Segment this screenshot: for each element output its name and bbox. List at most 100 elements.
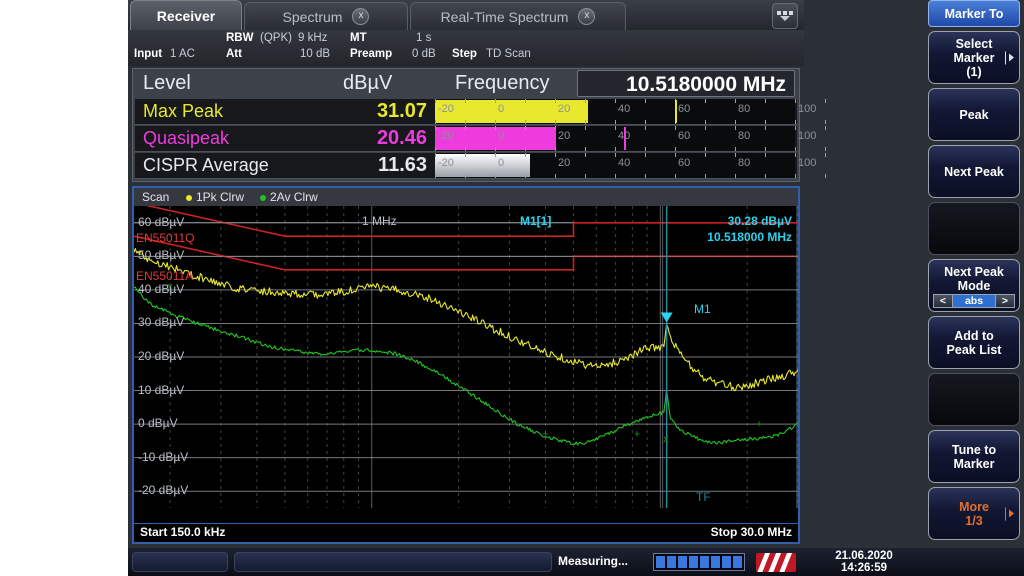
measurement-graph[interactable]: Scan 1Pk Clrw 2Av Clrw ++xx++ 1 MHz M1[1…	[132, 186, 800, 544]
detector-value: 11.63	[331, 154, 427, 177]
bar-scale-label: 0	[498, 130, 504, 142]
stepper-prev-button[interactable]: <	[933, 294, 953, 308]
softkey-select-marker-1[interactable]: Select Marker (1)	[928, 31, 1020, 84]
preamp-label: Preamp	[350, 48, 392, 60]
bar-tick	[825, 147, 826, 151]
mt-value[interactable]: 1 s	[416, 32, 431, 44]
close-icon[interactable]: x	[352, 8, 369, 25]
bar-tick	[465, 99, 466, 103]
softkey-tune-to-marker[interactable]: Tune to Marker	[928, 430, 1020, 483]
level-row-0[interactable]: Max Peak31.07-20020406080100	[135, 99, 797, 125]
bar-tick	[435, 126, 436, 130]
detector-name: Quasipeak	[143, 128, 229, 149]
bar-tick	[555, 153, 556, 157]
bar-tick	[765, 147, 766, 151]
tab-receiver[interactable]: Receiver	[130, 0, 242, 30]
trace2-label[interactable]: 2Av Clrw	[270, 190, 318, 204]
bar-tick	[675, 126, 676, 130]
trace1-label[interactable]: 1Pk Clrw	[196, 190, 244, 204]
softkey-more-1-3[interactable]: More 1/3	[928, 487, 1020, 540]
measuring-status: Measuring...	[558, 554, 628, 568]
bar-tick	[435, 153, 436, 157]
rbw-label: RBW	[226, 32, 253, 44]
softkey-peak[interactable]: Peak	[928, 88, 1020, 141]
bar-tick	[495, 174, 496, 178]
level-row-2[interactable]: CISPR Average11.63-20020406080100	[135, 153, 797, 179]
mode-stepper[interactable]: <abs>	[933, 294, 1015, 308]
bar-tick	[645, 174, 646, 178]
bar-tick	[765, 174, 766, 178]
bar-tick	[675, 153, 676, 157]
bar-tick	[795, 153, 796, 157]
bar-tick	[615, 99, 616, 103]
parameter-row-1: RBW (QPK) 9 kHz MT 1 s	[128, 32, 804, 49]
detector-marker: x	[663, 434, 669, 446]
softkey-label: More 1/3	[959, 500, 989, 528]
bar-tick	[825, 120, 826, 124]
preamp-value[interactable]: 0 dB	[412, 48, 436, 60]
bar-tick	[525, 99, 526, 103]
softkey-next-peak-mode[interactable]: Next Peak Mode<abs>	[928, 259, 1020, 312]
bar-tick	[735, 126, 736, 130]
bar-tick	[765, 99, 766, 103]
bar-tick	[525, 120, 526, 124]
bar-tick	[615, 174, 616, 178]
tab-spectrum[interactable]: Spectrum x	[244, 2, 408, 30]
tab-label: Spectrum	[283, 9, 343, 25]
input-value[interactable]: 1 AC	[170, 48, 195, 60]
softkey-empty	[928, 373, 1020, 426]
level-row-1[interactable]: Quasipeak20.46-20020406080100	[135, 126, 797, 152]
parameter-row-2: Input 1 AC Att 10 dB Preamp 0 dB Step TD…	[128, 48, 804, 65]
softkey-next-peak[interactable]: Next Peak	[928, 145, 1020, 198]
start-frequency-label[interactable]: Start 150.0 kHz	[140, 525, 225, 539]
tab-label: Receiver	[157, 8, 215, 24]
bar-scale-label: 20	[558, 130, 570, 142]
progress-bar	[653, 553, 745, 571]
y-axis-label: 0 dBµV	[138, 416, 178, 430]
peak-hold-indicator	[624, 127, 626, 150]
rbw-value[interactable]: 9 kHz	[298, 32, 327, 44]
tab-menu-icon[interactable]	[772, 3, 798, 29]
softkey-empty	[928, 202, 1020, 255]
bar-tick	[465, 147, 466, 151]
stop-frequency-label[interactable]: Stop 30.0 MHz	[711, 525, 792, 539]
close-icon[interactable]: x	[578, 8, 595, 25]
bar-tick	[825, 126, 826, 130]
clock: 21.06.2020 14:26:59	[804, 550, 924, 574]
bar-tick	[735, 99, 736, 103]
trace2-color-dot	[260, 195, 266, 201]
bar-tick	[645, 99, 646, 103]
bar-scale-label: 0	[498, 157, 504, 169]
bar-scale-label: 100	[798, 130, 816, 142]
detector-marker: +	[756, 418, 762, 430]
bar-tick	[645, 147, 646, 151]
detector-marker: +	[795, 418, 798, 430]
bar-tick	[585, 147, 586, 151]
frequency-value-field[interactable]: 10.5180000 MHz	[577, 70, 795, 97]
att-value[interactable]: 10 dB	[300, 48, 330, 60]
bar-tick	[495, 153, 496, 157]
softkey-label: Add to Peak List	[947, 329, 1002, 357]
bar-tick	[795, 126, 796, 130]
status-field-2[interactable]	[234, 552, 552, 572]
trace1-color-dot	[186, 195, 192, 201]
bar-scale-label: 80	[738, 157, 750, 169]
plot-area[interactable]: ++xx++ 1 MHz M1[1] 30.28 dBµV 10.518000 …	[134, 206, 798, 508]
y-axis-label: -10 dBµV	[138, 450, 188, 464]
bar-tick	[555, 174, 556, 178]
unit-header-label: dBµV	[343, 72, 392, 95]
bar-tick	[705, 120, 706, 124]
stepper-next-button[interactable]: >	[995, 294, 1015, 308]
y-axis-label: 20 dBµV	[138, 349, 184, 363]
bar-scale-label: 20	[558, 103, 570, 115]
bar-tick	[735, 120, 736, 124]
tab-real-time-spectrum[interactable]: Real-Time Spectrum x	[410, 2, 626, 30]
softkey-add-to-peak-list[interactable]: Add to Peak List	[928, 316, 1020, 369]
bar-tick	[555, 126, 556, 130]
softkey-label: Next Peak	[944, 165, 1004, 179]
status-field-1[interactable]	[132, 552, 228, 572]
instrument-window: Receiver Spectrum x Real-Time Spectrum x…	[128, 0, 1024, 576]
bar-tick	[705, 147, 706, 151]
y-axis-label: 30 dBµV	[138, 315, 184, 329]
step-value[interactable]: TD Scan	[486, 48, 531, 60]
